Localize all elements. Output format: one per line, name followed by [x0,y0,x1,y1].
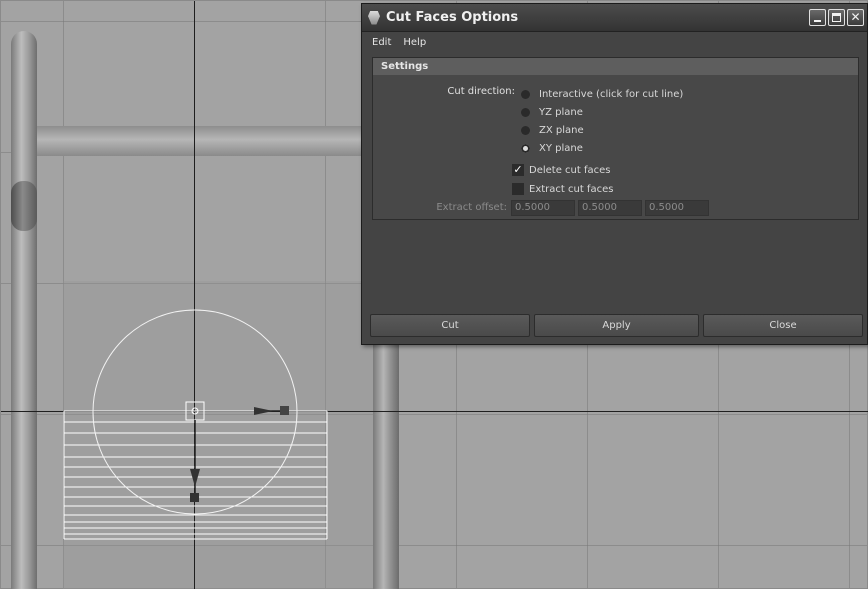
cut-faces-options-dialog: Cut Faces Options ✕ Edit Help Settings C… [361,3,868,345]
menu-help[interactable]: Help [403,37,426,48]
radio-button[interactable] [521,89,530,99]
radio-button[interactable] [521,107,530,117]
radio-label: XY plane [539,142,583,154]
settings-header[interactable]: Settings [373,58,858,75]
settings-section: Settings Cut direction: Interactive (cli… [372,57,859,220]
radio-button-selected[interactable] [521,143,530,153]
radio-interactive[interactable]: Interactive (click for cut line) [521,86,683,102]
radio-zx-plane[interactable]: ZX plane [521,122,584,138]
menu-bar: Edit Help [362,32,867,52]
radio-label: ZX plane [539,124,584,136]
radio-yz-plane[interactable]: YZ plane [521,104,583,120]
extract-cut-faces-checkbox[interactable]: Extract cut faces [512,181,613,197]
radio-label: Interactive (click for cut line) [539,88,684,100]
move-handle-y [190,420,200,502]
cut-button[interactable]: Cut [370,314,530,337]
radio-button[interactable] [521,125,530,135]
checkbox-empty[interactable] [512,183,524,195]
title-bar[interactable]: Cut Faces Options ✕ [362,4,867,32]
move-handle-x [254,406,289,415]
dialog-title: Cut Faces Options [386,10,519,25]
checkmark-icon[interactable]: ✓ [512,164,524,176]
maya-app-icon [368,10,380,25]
radio-label: YZ plane [539,106,583,118]
extract-offset-label: Extract offset: [436,202,507,213]
maximize-icon[interactable] [828,9,845,26]
checkbox-label: Delete cut faces [529,164,611,176]
extract-offset-x-field[interactable]: 0.5000 [511,200,575,216]
radio-xy-plane[interactable]: XY plane [521,140,583,156]
delete-cut-faces-checkbox[interactable]: ✓ Delete cut faces [512,162,610,178]
checkbox-label: Extract cut faces [529,183,614,195]
close-button[interactable]: Close [703,314,863,337]
extract-offset-y-field[interactable]: 0.5000 [578,200,642,216]
cut-direction-label: Cut direction: [447,86,515,97]
extract-offset-z-field[interactable]: 0.5000 [645,200,709,216]
close-icon[interactable]: ✕ [847,9,864,26]
apply-button[interactable]: Apply [534,314,699,337]
menu-edit[interactable]: Edit [372,37,391,48]
minimize-icon[interactable] [809,9,826,26]
